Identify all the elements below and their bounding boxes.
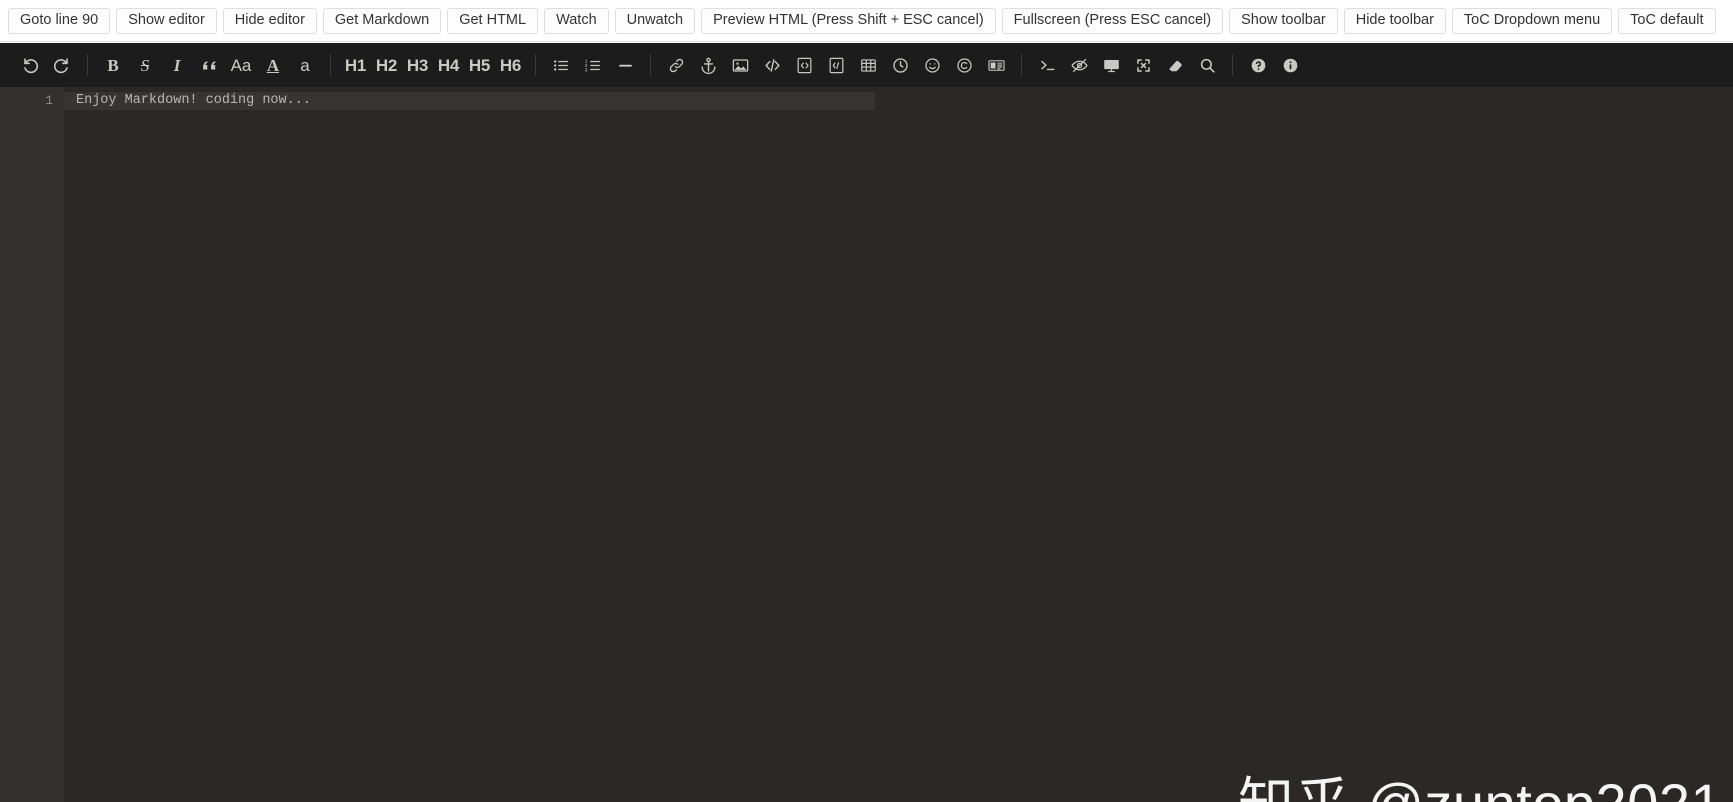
line-number-gutter: 1: [0, 87, 64, 802]
undo-icon[interactable]: [14, 50, 46, 80]
editor-toolbar: B S I Aa A a H1 H2 H3 H4 H5 H6 1 2 3: [0, 43, 1733, 87]
svg-text:3: 3: [584, 67, 587, 73]
heading-5-icon[interactable]: H5: [464, 50, 495, 80]
emoji-icon[interactable]: [916, 50, 948, 80]
strikethrough-icon[interactable]: S: [129, 50, 161, 80]
hide-editor-button[interactable]: Hide editor: [222, 7, 317, 34]
get-html-button[interactable]: Get HTML: [447, 7, 539, 34]
eraser-icon[interactable]: [1159, 50, 1191, 80]
horizontal-rule-icon[interactable]: [609, 50, 641, 80]
terminal-icon[interactable]: [1031, 50, 1063, 80]
blockquote-icon[interactable]: [193, 50, 225, 80]
heading-1-icon[interactable]: H1: [340, 50, 371, 80]
code-file-icon[interactable]: [820, 50, 852, 80]
markdown-editor-app: Goto line 90 Show editor Hide editor Get…: [0, 0, 1733, 802]
markdown-editor-panel[interactable]: 1 Enjoy Markdown! coding now...: [0, 87, 875, 802]
table-icon[interactable]: [852, 50, 884, 80]
show-editor-button[interactable]: Show editor: [116, 7, 217, 34]
goto-line-button[interactable]: Goto line 90: [8, 7, 111, 34]
watch-button[interactable]: Watch: [544, 7, 609, 34]
preview-html-button[interactable]: Preview HTML (Press Shift + ESC cancel): [701, 7, 996, 34]
fullscreen-expand-icon[interactable]: [1127, 50, 1159, 80]
toc-default-button[interactable]: ToC default: [1618, 7, 1716, 34]
toolbar-separator: [535, 54, 536, 76]
show-toolbar-button[interactable]: Show toolbar: [1229, 7, 1338, 34]
underline-icon[interactable]: A: [257, 50, 289, 80]
help-icon[interactable]: [1242, 50, 1274, 80]
heading-4-icon[interactable]: H4: [433, 50, 464, 80]
toolbar-separator: [650, 54, 651, 76]
code-area[interactable]: Enjoy Markdown! coding now...: [64, 87, 875, 802]
ordered-list-icon[interactable]: 1 2 3: [577, 50, 609, 80]
info-icon[interactable]: [1274, 50, 1306, 80]
copyright-icon[interactable]: [948, 50, 980, 80]
preview-panel: [875, 87, 1733, 802]
zhihu-watermark-handle: @zuntop2021: [1367, 772, 1722, 802]
get-markdown-button[interactable]: Get Markdown: [322, 7, 442, 34]
preview-monitor-icon[interactable]: [1095, 50, 1127, 80]
inline-code-icon[interactable]: [756, 50, 788, 80]
datetime-icon[interactable]: [884, 50, 916, 80]
editor-body: 1 Enjoy Markdown! coding now... 知乎 @zunt…: [0, 87, 1733, 802]
italic-icon[interactable]: I: [161, 50, 193, 80]
watch-eye-slash-icon[interactable]: [1063, 50, 1095, 80]
redo-icon[interactable]: [46, 50, 78, 80]
toolbar-separator: [1021, 54, 1022, 76]
hide-toolbar-button[interactable]: Hide toolbar: [1343, 7, 1446, 34]
line-number: 1: [45, 93, 53, 108]
heading-6-icon[interactable]: H6: [495, 50, 526, 80]
action-button-bar: Goto line 90 Show editor Hide editor Get…: [0, 0, 1733, 42]
unwatch-button[interactable]: Unwatch: [614, 7, 696, 34]
heading-2-icon[interactable]: H2: [371, 50, 402, 80]
link-icon[interactable]: [660, 50, 692, 80]
bold-icon[interactable]: B: [97, 50, 129, 80]
image-icon[interactable]: [724, 50, 756, 80]
code-block-icon[interactable]: [788, 50, 820, 80]
lowercase-icon[interactable]: a: [289, 50, 321, 80]
font-size-icon[interactable]: Aa: [225, 50, 257, 80]
heading-3-icon[interactable]: H3: [402, 50, 433, 80]
toolbar-separator: [330, 54, 331, 76]
search-icon[interactable]: [1191, 50, 1223, 80]
toc-dropdown-menu-button[interactable]: ToC Dropdown menu: [1451, 7, 1613, 34]
page-break-icon[interactable]: [980, 50, 1012, 80]
unordered-list-icon[interactable]: [545, 50, 577, 80]
zhihu-watermark-cn: 知乎: [1238, 772, 1351, 802]
code-line[interactable]: Enjoy Markdown! coding now...: [64, 92, 875, 110]
fullscreen-button[interactable]: Fullscreen (Press ESC cancel): [1001, 7, 1224, 34]
zhihu-watermark: 知乎 @zuntop2021: [1238, 759, 1722, 802]
toolbar-separator: [87, 54, 88, 76]
anchor-icon[interactable]: [692, 50, 724, 80]
toolbar-separator: [1232, 54, 1233, 76]
